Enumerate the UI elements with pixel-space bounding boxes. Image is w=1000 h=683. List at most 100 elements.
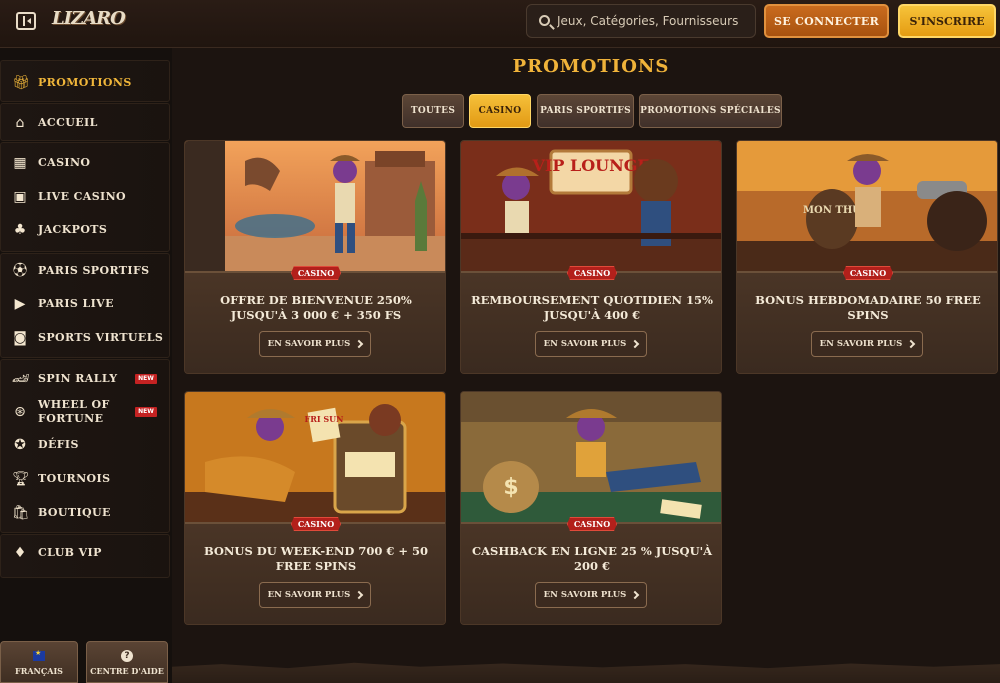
sidebar-item-jackpots[interactable]: ♣ JACKPOTS [0,215,170,245]
language-label: FRANÇAIS [15,666,63,676]
trophy-icon: 🏆︎ [12,471,30,487]
sidebar: 🎁︎ PROMOTIONS ⌂ ACCUEIL ▦ CASINO ▣ LIVE … [0,48,172,683]
help-label: CENTRE D'AIDE [90,666,164,676]
sidebar-item-label: PROMOTIONS [38,76,132,89]
filter-tab-toutes[interactable]: TOUTES [402,94,464,128]
search-icon [539,15,550,26]
promo-card-image-vip-lounge: VIP LOUNGE [461,141,721,273]
promo-card-image-cowboy-lizard-street [185,141,445,273]
learn-more-button[interactable]: EN SAVOIR PLUS [811,331,923,357]
filter-tab-promotions-speciales[interactable]: PROMOTIONS SPÉCIALES [639,94,782,128]
sidebar-item-label: ACCUEIL [38,116,98,129]
casino-icon: ▦ [13,155,27,171]
shop-bag-icon: 🛍︎ [12,505,30,521]
fri-sun-text: FRI SUN [305,414,344,424]
home-icon: ⌂ [15,115,25,131]
new-badge: NEW [135,407,157,417]
help-center-button[interactable]: ? CENTRE D'AIDE [86,641,168,683]
cta-label: EN SAVOIR PLUS [267,339,351,349]
sidebar-item-label: TOURNOIS [38,472,111,485]
soccer-ball-icon: ⚽︎ [13,263,27,279]
filter-tab-casino[interactable]: CASINO [469,94,531,128]
casino-tag: CASINO [291,517,341,531]
eu-flag-icon [33,649,45,661]
chevron-right-icon [631,590,640,600]
promo-title: CASHBACK EN LIGNE 25 % JUSQU'À 200 € [471,544,713,573]
sidebar-item-sports-virtuels[interactable]: ◙ SPORTS VIRTUELS [0,323,170,353]
sidebar-item-paris-live[interactable]: ▶ PARIS LIVE [0,289,170,319]
main-content: PROMOTIONS TOUTES CASINO PARIS SPORTIFS … [172,48,1000,683]
chevron-right-icon [907,339,916,349]
sidebar-item-accueil[interactable]: ⌂ ACCUEIL [0,108,170,138]
sidebar-item-label: CASINO [38,156,91,169]
sidebar-item-promotions[interactable]: 🎁︎ PROMOTIONS [0,68,170,98]
promo-card-image-cashback-money-bag: $ [461,392,721,524]
sidebar-item-label: SPIN RALLY [38,372,118,385]
diamond-icon: ♦ [13,545,27,561]
promo-card[interactable]: $ CASINO CASHBACK EN LIGNE 25 % JUSQU'À … [460,391,722,625]
sidebar-item-boutique[interactable]: 🛍︎ BOUTIQUE [0,498,170,528]
chevron-right-icon [631,339,640,349]
sidebar-item-defis[interactable]: ✪ DÉFIS [0,430,170,460]
cta-label: EN SAVOIR PLUS [267,590,351,600]
promo-card-image-fri-sun-slot: FRI SUN [185,392,445,524]
sidebar-item-tournois[interactable]: 🏆︎ TOURNOIS [0,464,170,494]
sidebar-item-club-vip[interactable]: ♦ CLUB VIP [0,538,170,568]
sidebar-item-label: CLUB VIP [38,546,102,559]
search-input[interactable] [557,5,753,37]
chevron-right-icon [355,590,364,600]
promo-card[interactable]: MON THU CASINO BONUS HEBDOMADAIRE 50 FRE… [736,140,998,374]
lizaro-logo[interactable]: LIZARO [52,8,126,38]
learn-more-button[interactable]: EN SAVOIR PLUS [259,331,371,357]
sidebar-item-label: DÉFIS [38,438,79,451]
login-button[interactable]: SE CONNECTER [764,4,889,38]
help-icon: ? [121,650,133,662]
sidebar-item-live-casino[interactable]: ▣ LIVE CASINO [0,182,170,212]
search-box[interactable] [526,4,756,38]
learn-more-button[interactable]: EN SAVOIR PLUS [535,582,647,608]
learn-more-button[interactable]: EN SAVOIR PLUS [535,331,647,357]
promo-card-image-mon-thu: MON THU [737,141,997,273]
casino-tag: CASINO [567,266,617,280]
gift-icon: 🎁︎ [12,75,30,91]
learn-more-button[interactable]: EN SAVOIR PLUS [259,582,371,608]
sidebar-item-label: JACKPOTS [38,223,108,236]
sidebar-item-label: PARIS LIVE [38,297,114,310]
language-button[interactable]: FRANÇAIS [0,641,78,683]
casino-tag: CASINO [291,266,341,280]
casino-tag: CASINO [567,517,617,531]
sidebar-item-label: LIVE CASINO [38,190,127,203]
promo-title: OFFRE DE BIENVENUE 250% JUSQU'À 3 000 € … [220,293,412,322]
medal-icon: ✪ [14,437,26,453]
promo-card[interactable]: CASINO OFFRE DE BIENVENUE 250% JUSQU'À 3… [184,140,446,374]
sidebar-toggle-icon[interactable] [16,12,36,30]
play-icon: ▶ [14,296,26,312]
cta-label: EN SAVOIR PLUS [543,590,627,600]
sidebar-item-wheel-of-fortune[interactable]: ⊛ WHEEL OF FORTUNE NEW [0,397,170,427]
wheel-icon: ⊛ [14,404,26,420]
sidebar-item-label: PARIS SPORTIFS [38,264,150,277]
sidebar-item-label: WHEEL OF FORTUNE [38,398,110,425]
sidebar-item-spin-rally[interactable]: 🏎︎ SPIN RALLY NEW [0,364,170,394]
sidebar-item-paris-sportifs[interactable]: ⚽︎ PARIS SPORTIFS [0,256,170,286]
promo-card[interactable]: VIP LOUNGE CASINO REMBOURSEMENT QUOTIDIE… [460,140,722,374]
filter-tab-paris-sportifs[interactable]: PARIS SPORTIFS [537,94,634,128]
mon-thu-text: MON THU [803,205,861,216]
live-casino-icon: ▣ [13,189,27,205]
promo-title: BONUS HEBDOMADAIRE 50 FREE SPINS [755,293,981,322]
cta-label: EN SAVOIR PLUS [543,339,627,349]
promo-title: REMBOURSEMENT QUOTIDIEN 15% JUSQU'À 400 … [471,293,713,322]
clover-icon: ♣ [13,222,27,238]
car-icon: 🏎︎ [12,371,30,387]
sidebar-item-label: SPORTS VIRTUELS [38,331,164,344]
sidebar-item-casino[interactable]: ▦ CASINO [0,148,170,178]
promo-title: BONUS DU WEEK-END 700 € + 50 FREE SPINS [203,544,429,573]
page-title: PROMOTIONS [512,56,670,77]
virtual-sports-icon: ◙ [13,330,27,346]
new-badge: NEW [135,374,157,384]
svg-text:$: $ [503,475,518,500]
signup-button[interactable]: S'INSCRIRE [898,4,996,38]
cta-label: EN SAVOIR PLUS [819,339,903,349]
promo-card[interactable]: FRI SUN CASINO BONUS DU WEEK-END 700 € +… [184,391,446,625]
sidebar-item-label: BOUTIQUE [38,506,111,519]
